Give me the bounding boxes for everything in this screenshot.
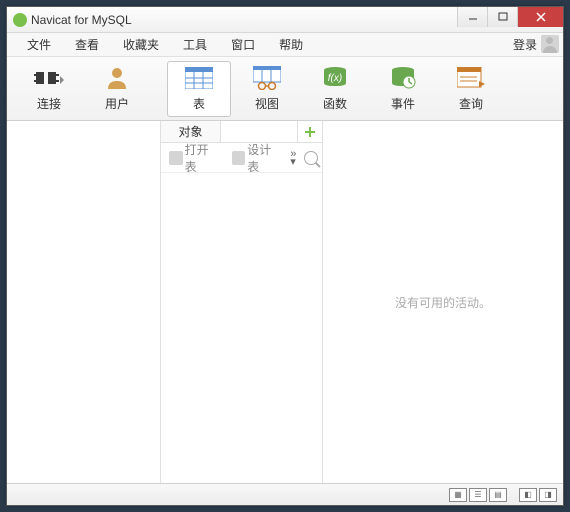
- design-table-icon: [232, 151, 246, 165]
- function-button[interactable]: f(x) 函数: [303, 61, 367, 117]
- side-panel-icon[interactable]: ◨: [539, 488, 557, 502]
- statusbar: ▦ ☰ ▤ ◧ ◨: [7, 483, 563, 505]
- query-button[interactable]: 查询: [439, 61, 503, 117]
- user-icon: [102, 65, 132, 91]
- view-icon: [252, 65, 282, 91]
- tab-object[interactable]: 对象: [161, 121, 221, 142]
- more-button[interactable]: »▾: [290, 150, 296, 166]
- menu-help[interactable]: 帮助: [267, 36, 315, 53]
- activity-panel: 没有可用的活动。: [323, 121, 563, 483]
- menubar: 文件 查看 收藏夹 工具 窗口 帮助 登录: [7, 33, 563, 57]
- info-panel-icon[interactable]: ◧: [519, 488, 537, 502]
- svg-text:f(x): f(x): [328, 73, 342, 84]
- connection-button[interactable]: 连接: [17, 61, 81, 117]
- object-list[interactable]: [161, 173, 322, 483]
- view-mode-detail-icon[interactable]: ▦: [449, 488, 467, 502]
- connection-label: 连接: [37, 95, 61, 112]
- menu-window[interactable]: 窗口: [219, 36, 267, 53]
- menu-tools[interactable]: 工具: [171, 36, 219, 53]
- menu-favorites[interactable]: 收藏夹: [111, 36, 171, 53]
- object-toolbar: 打开表 设计表 »▾: [161, 143, 322, 173]
- function-icon: f(x): [320, 65, 350, 91]
- connection-tree-panel[interactable]: [7, 121, 161, 483]
- close-button[interactable]: [517, 7, 563, 27]
- main-toolbar: 连接 用户 表 视图 f(x) 函数 事件 查询: [7, 57, 563, 121]
- query-label: 查询: [459, 95, 483, 112]
- function-label: 函数: [323, 95, 347, 112]
- window-controls: [457, 7, 563, 27]
- open-table-button[interactable]: 打开表: [165, 141, 224, 175]
- object-panel: 对象 打开表 设计表 »▾: [161, 121, 323, 483]
- user-label: 用户: [105, 95, 129, 112]
- login-area[interactable]: 登录: [513, 35, 559, 53]
- event-icon: [388, 65, 418, 91]
- view-label: 视图: [255, 95, 279, 112]
- search-icon[interactable]: [304, 151, 318, 165]
- tab-add-button[interactable]: [298, 121, 322, 142]
- table-label: 表: [193, 95, 205, 112]
- open-table-icon: [169, 151, 183, 165]
- table-button[interactable]: 表: [167, 61, 231, 117]
- no-activity-message: 没有可用的活动。: [395, 294, 491, 311]
- maximize-button[interactable]: [487, 7, 517, 27]
- app-icon: [13, 13, 27, 27]
- view-mode-list-icon[interactable]: ☰: [469, 488, 487, 502]
- window-title: Navicat for MySQL: [31, 13, 132, 27]
- user-button[interactable]: 用户: [85, 61, 149, 117]
- view-button[interactable]: 视图: [235, 61, 299, 117]
- menu-file[interactable]: 文件: [15, 36, 63, 53]
- event-label: 事件: [391, 95, 415, 112]
- design-table-button[interactable]: 设计表: [228, 141, 287, 175]
- query-icon: [456, 65, 486, 91]
- app-window: Navicat for MySQL 文件 查看 收藏夹 工具 窗口 帮助 登录 …: [6, 6, 564, 506]
- design-table-label: 设计表: [247, 141, 282, 175]
- event-button[interactable]: 事件: [371, 61, 435, 117]
- table-icon: [184, 65, 214, 91]
- avatar-icon: [541, 35, 559, 53]
- plus-icon: [304, 126, 316, 138]
- open-table-label: 打开表: [185, 141, 220, 175]
- plug-icon: [34, 65, 64, 91]
- view-mode-grid-icon[interactable]: ▤: [489, 488, 507, 502]
- menu-view[interactable]: 查看: [63, 36, 111, 53]
- content-area: 对象 打开表 设计表 »▾ 没有可用的活动。: [7, 121, 563, 483]
- minimize-button[interactable]: [457, 7, 487, 27]
- titlebar[interactable]: Navicat for MySQL: [7, 7, 563, 33]
- login-label: 登录: [513, 36, 537, 53]
